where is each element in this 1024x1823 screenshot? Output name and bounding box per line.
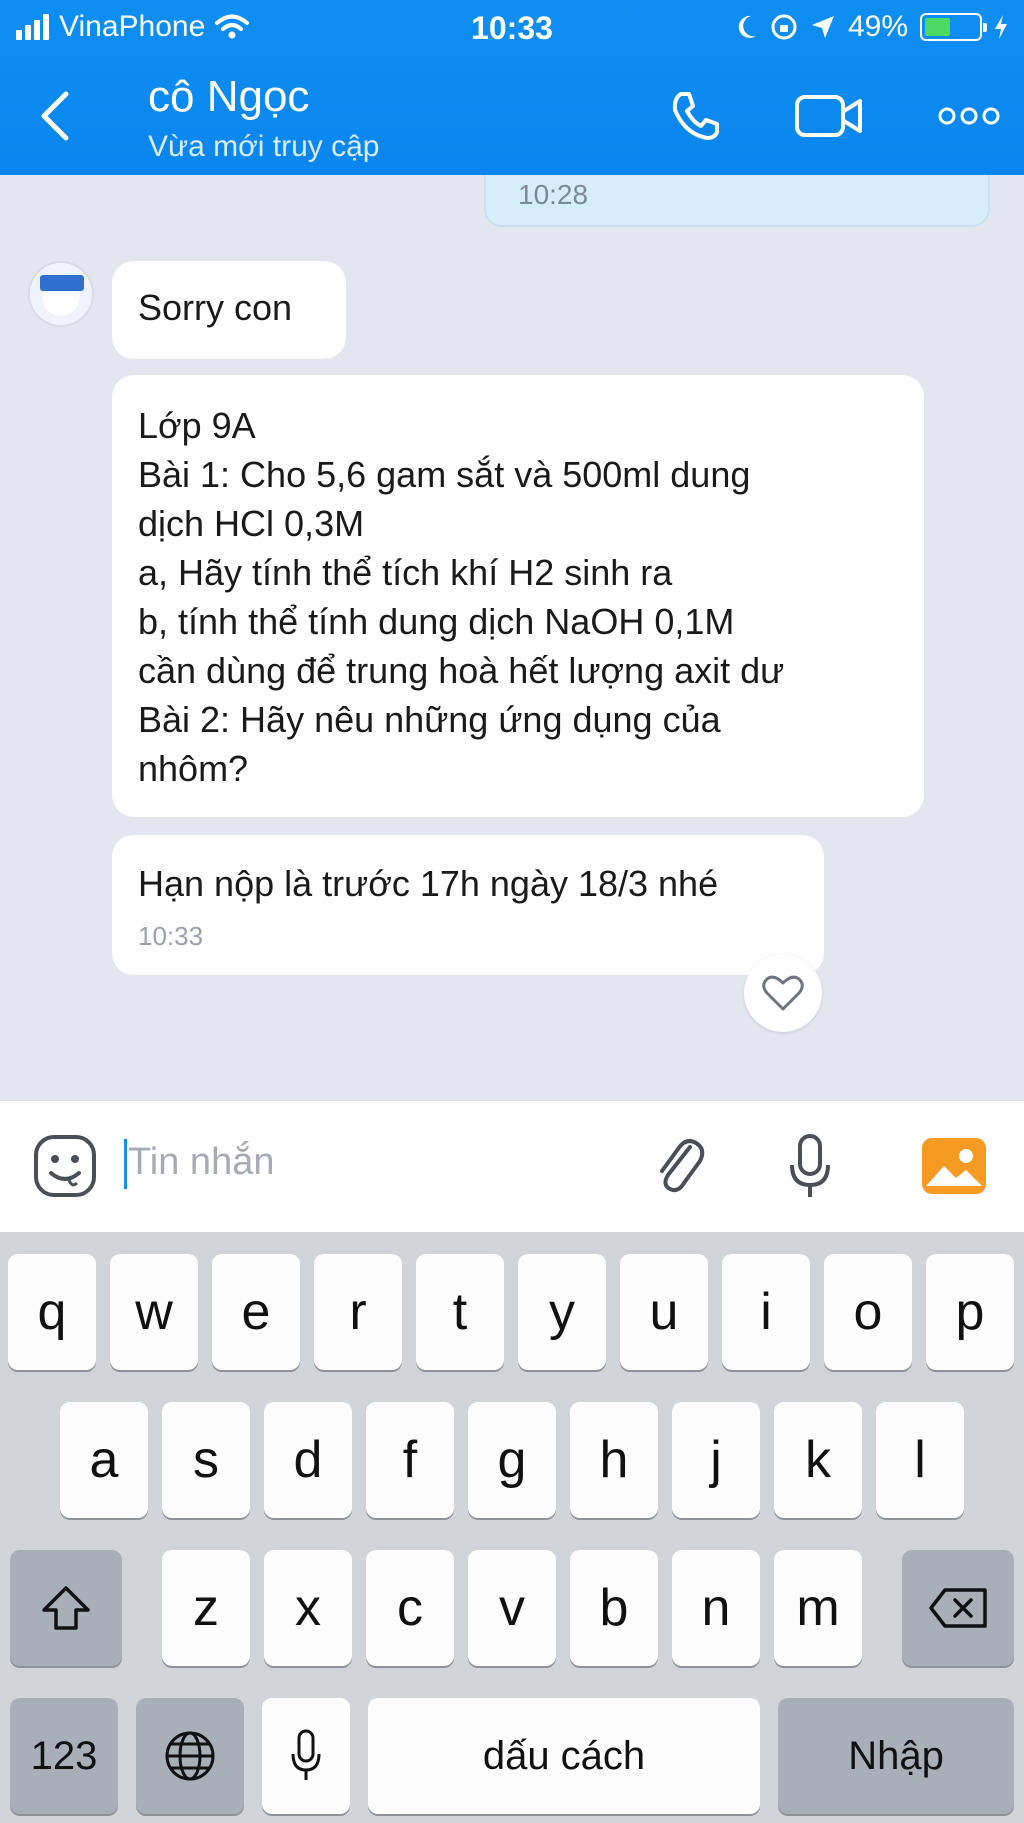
message-input-bar: Tin nhắn [0, 1100, 1024, 1232]
image-icon [922, 1138, 986, 1194]
key-o[interactable]: o [824, 1254, 912, 1370]
contact-name[interactable]: cô Ngọc [148, 72, 309, 122]
message-line: nhôm? [138, 748, 249, 789]
key-t[interactable]: t [416, 1254, 504, 1370]
more-icon [938, 107, 1000, 125]
location-icon [811, 16, 834, 38]
key-h[interactable]: h [570, 1402, 658, 1518]
microphone-icon [790, 1134, 830, 1197]
battery-icon [920, 13, 987, 41]
back-arrow-icon [41, 91, 69, 141]
received-message-bubble[interactable]: Lớp 9A Bài 1: Cho 5,6 gam sắt và 500ml d… [112, 375, 924, 817]
chat-header: VinaPhone 10:33 49% cô Ngọc Vừa mới truy… [0, 0, 1024, 175]
avatar[interactable] [28, 261, 94, 327]
message-line: Bài 2: Hãy nêu những ứng dụng của [138, 699, 721, 740]
shift-icon [42, 1586, 90, 1630]
message-line: a, Hãy tính thể tích khí H2 sinh ra [138, 552, 673, 593]
message-timestamp: 10:33 [138, 921, 204, 951]
key-e[interactable]: e [212, 1254, 300, 1370]
message-timestamp: 10:28 [518, 179, 589, 210]
video-call-button[interactable] [794, 84, 864, 148]
key-v[interactable]: v [468, 1550, 556, 1666]
microphone-icon [291, 1729, 321, 1780]
contact-status: Vừa mới truy cập [148, 130, 380, 163]
message-list[interactable]: 10:28 Sorry con Lớp 9A Bài 1: Cho 5,6 ga… [0, 175, 1024, 1100]
dictation-key[interactable] [262, 1698, 350, 1814]
key-b[interactable]: b [570, 1550, 658, 1666]
gallery-button[interactable] [920, 1133, 988, 1199]
key-x[interactable]: x [264, 1550, 352, 1666]
emoji-button[interactable] [30, 1131, 100, 1201]
numbers-key[interactable]: 123 [10, 1698, 118, 1814]
status-bar: VinaPhone 10:33 49% [0, 0, 1024, 56]
key-k[interactable]: k [774, 1402, 862, 1518]
key-z[interactable]: z [162, 1550, 250, 1666]
message-line: Bài 1: Cho 5,6 gam sắt và 500ml dung [138, 454, 751, 495]
key-j[interactable]: j [672, 1402, 760, 1518]
message-line: Lớp 9A [138, 405, 256, 446]
shift-key[interactable] [10, 1550, 122, 1666]
message-line: b, tính thể tính dung dịch NaOH 0,1M [138, 601, 735, 642]
return-key[interactable]: Nhập [778, 1698, 1014, 1814]
call-button[interactable] [660, 84, 730, 148]
more-options-button[interactable] [934, 84, 1004, 148]
rotation-lock-icon [771, 14, 797, 40]
key-p[interactable]: p [926, 1254, 1014, 1370]
moon-icon [738, 15, 756, 38]
key-f[interactable]: f [366, 1402, 454, 1518]
message-line: cần dùng để trung hoà hết lượng axit dư [138, 650, 785, 691]
text-cursor [124, 1139, 127, 1189]
voice-message-button[interactable] [780, 1131, 840, 1205]
react-button[interactable] [744, 954, 822, 1032]
emoji-icon [34, 1135, 96, 1197]
heart-icon [762, 975, 804, 1011]
key-n[interactable]: n [672, 1550, 760, 1666]
space-key[interactable]: dấu cách [368, 1698, 760, 1814]
key-r[interactable]: r [314, 1254, 402, 1370]
received-message-bubble[interactable]: Hạn nộp là trước 17h ngày 18/3 nhé 10:33 [112, 835, 824, 975]
attach-button[interactable] [648, 1131, 712, 1201]
message-text: Hạn nộp là trước 17h ngày 18/3 nhé [138, 863, 719, 904]
key-d[interactable]: d [264, 1402, 352, 1518]
key-l[interactable]: l [876, 1402, 964, 1518]
key-q[interactable]: q [8, 1254, 96, 1370]
language-key[interactable] [136, 1698, 244, 1814]
received-message-bubble[interactable]: Sorry con [112, 261, 346, 359]
key-y[interactable]: y [518, 1254, 606, 1370]
key-g[interactable]: g [468, 1402, 556, 1518]
phone-icon [672, 92, 719, 140]
backspace-key[interactable] [902, 1550, 1014, 1666]
message-line: dịch HCl 0,3M [138, 503, 365, 544]
battery-percent: 49% [847, 10, 908, 43]
paperclip-icon [660, 1139, 705, 1193]
message-text: Sorry con [138, 287, 293, 328]
key-s[interactable]: s [162, 1402, 250, 1518]
back-button[interactable] [36, 88, 76, 144]
globe-icon [165, 1731, 215, 1781]
sent-message-bubble[interactable]: 10:28 [484, 175, 990, 227]
on-screen-keyboard: q w e r t y u i o p a s d f g h j k l z … [0, 1232, 1024, 1823]
key-u[interactable]: u [620, 1254, 708, 1370]
video-camera-icon [795, 95, 862, 137]
backspace-icon [929, 1588, 987, 1628]
key-a[interactable]: a [60, 1402, 148, 1518]
key-i[interactable]: i [722, 1254, 810, 1370]
key-c[interactable]: c [366, 1550, 454, 1666]
charging-icon [995, 15, 1007, 39]
message-input[interactable]: Tin nhắn [128, 1141, 274, 1184]
key-w[interactable]: w [110, 1254, 198, 1370]
key-m[interactable]: m [774, 1550, 862, 1666]
